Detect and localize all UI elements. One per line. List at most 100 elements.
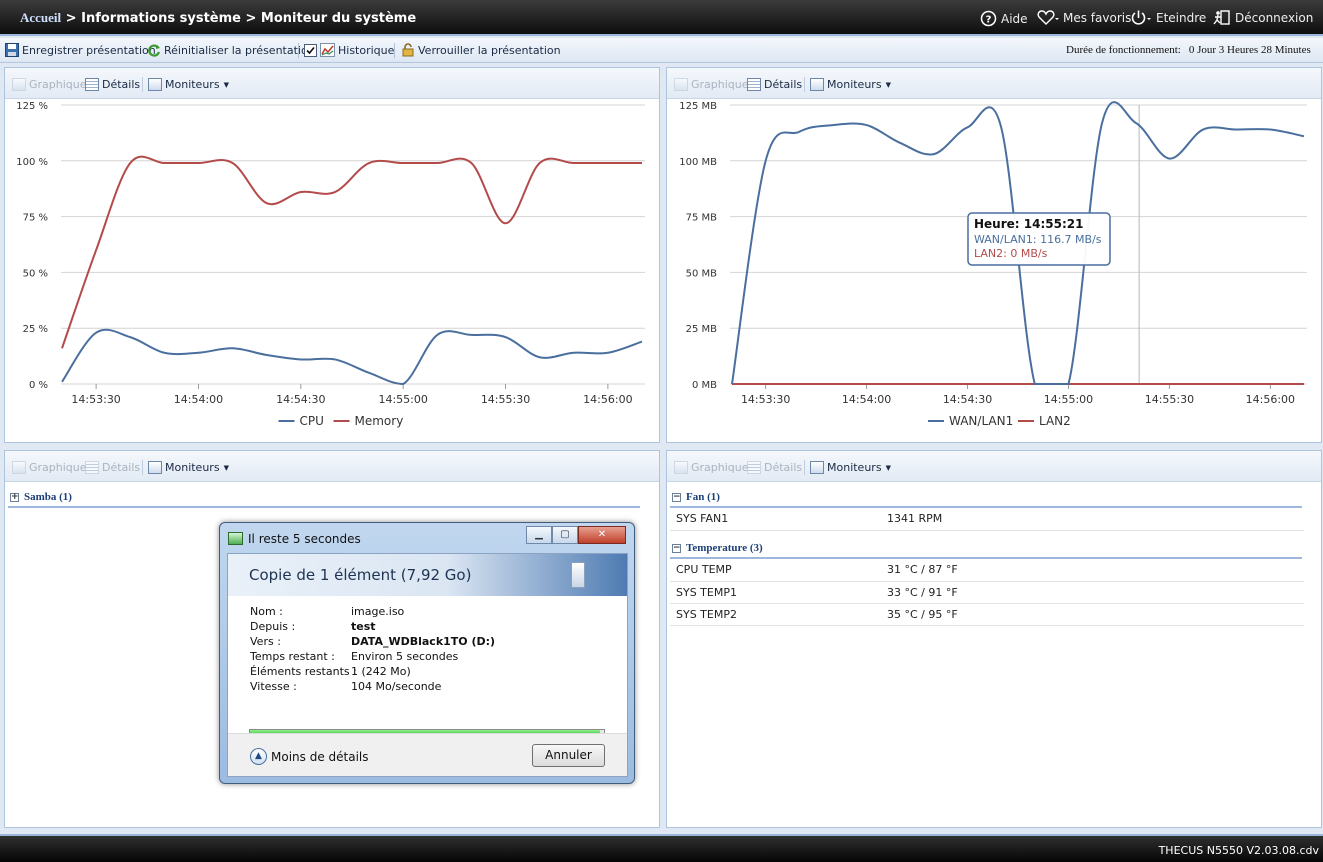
x-tick-label: 14:55:30	[1145, 393, 1194, 406]
graph-view-button[interactable]: Graphique	[12, 461, 87, 474]
graph-icon	[12, 461, 26, 474]
dialog-body: Copie de 1 élément (7,92 Go) Nom : image…	[227, 553, 628, 777]
detail-label: Temps restant :	[250, 650, 335, 663]
monitors-label: Moniteurs	[827, 78, 882, 91]
close-button[interactable]: ✕	[578, 526, 626, 544]
graph-view-button[interactable]: Graphique	[674, 461, 749, 474]
temperature-section-header[interactable]: − Temperature (3)	[672, 542, 763, 554]
help-label: Aide	[1001, 11, 1028, 26]
x-tick-label: 14:56:00	[583, 393, 632, 406]
detail-label: Éléments restants :	[250, 665, 357, 678]
checkbox-checked-icon[interactable]	[304, 43, 317, 57]
details-view-button[interactable]: Détails	[747, 461, 802, 474]
samba-section-header[interactable]: + Samba (1)	[10, 491, 72, 503]
refresh-icon	[148, 44, 161, 57]
x-tick-label: 14:53:30	[71, 393, 120, 406]
lock-layout-label: Verrouiller la présentation	[418, 43, 561, 57]
monitors-dropdown[interactable]: Moniteurs ▼	[810, 461, 891, 474]
favorites-button[interactable]: Mes favoris	[1037, 10, 1131, 26]
logout-label: Déconnexion	[1235, 11, 1314, 25]
y-tick-label: 125 MB	[679, 101, 717, 112]
logout-button[interactable]: Déconnexion	[1213, 10, 1313, 26]
chart-tooltip: Heure: 14:55:21 WAN/LAN1: 116.7 MB/sLAN2:…	[967, 212, 1111, 266]
dialog-footer: ▲ Moins de détails Annuler	[228, 733, 627, 776]
section-divider	[8, 506, 640, 508]
history-toggle[interactable]: Historique	[304, 43, 394, 57]
graph-label: Graphique	[29, 461, 87, 474]
file-copy-dialog: Il reste 5 secondes ▁ ▢ ✕ Copie de 1 élé…	[219, 522, 635, 784]
graph-label: Graphique	[29, 78, 87, 91]
monitors-dropdown[interactable]: Moniteurs ▼	[148, 78, 229, 91]
chevron-down-icon: ▼	[885, 80, 891, 89]
legend-label: WAN/LAN1	[949, 414, 1013, 428]
details-view-button[interactable]: Détails	[747, 78, 802, 91]
temperature-table: CPU TEMP 31 °C / 87 °F SYS TEMP1 33 °C / 9…	[670, 559, 1304, 626]
details-label: Détails	[764, 461, 803, 474]
panel-divider	[804, 77, 805, 92]
minimize-button[interactable]: ▁	[526, 526, 552, 544]
y-tick-label: 50 %	[23, 268, 48, 279]
y-tick-label: 50 MB	[686, 268, 718, 279]
uptime-display: Durée de fonctionnement: 0 Jour 3 Heures …	[1066, 44, 1311, 56]
footer: THECUS N5550 V2.03.08.cdv	[0, 834, 1323, 862]
detail-value: DATA_WDBlack1TO (D:)	[351, 635, 496, 648]
chevron-down-icon: ▼	[885, 463, 891, 472]
monitors-label: Moniteurs	[827, 461, 882, 474]
details-icon	[747, 78, 761, 91]
collapse-icon[interactable]: −	[672, 543, 681, 553]
dialog-title: Il reste 5 secondes	[248, 532, 361, 546]
toolbar-divider	[298, 43, 299, 58]
y-tick-label: 25 MB	[686, 324, 718, 335]
chevron-up-icon[interactable]: ▲	[250, 748, 267, 765]
help-button[interactable]: ? Aide	[980, 10, 1028, 27]
copy-icon	[228, 532, 243, 545]
tooltip-series-2: LAN2: 0 MB/s	[974, 247, 1048, 260]
x-tick-label: 14:54:30	[943, 393, 992, 406]
y-tick-label: 75 %	[23, 213, 48, 224]
monitors-dropdown[interactable]: Moniteurs ▼	[148, 461, 229, 474]
toolbar-divider	[394, 43, 395, 58]
reset-layout-button[interactable]: Réinitialiser la présentation	[147, 43, 315, 57]
monitors-icon	[810, 78, 824, 91]
expand-icon[interactable]: +	[10, 492, 19, 502]
details-view-button[interactable]: Détails	[85, 461, 140, 474]
maximize-icon: ▢	[560, 529, 570, 540]
sensor-value: 33 °C / 91 °F	[881, 581, 1304, 604]
fan-section-header[interactable]: − Fan (1)	[672, 491, 720, 503]
monitors-label: Moniteurs	[165, 78, 220, 91]
graph-icon	[12, 78, 26, 91]
maximize-button[interactable]: ▢	[552, 526, 578, 544]
panel-toolbar: Graphique Détails Moniteurs ▼	[667, 68, 1321, 99]
breadcrumb-home-link[interactable]: Accueil	[20, 10, 61, 25]
detail-label: Vers :	[250, 635, 281, 648]
less-details-link[interactable]: Moins de détails	[271, 750, 369, 764]
x-tick-label: 14:55:00	[1044, 393, 1093, 406]
shutdown-label: Eteindre	[1156, 11, 1207, 25]
save-layout-button[interactable]: Enregistrer présentation	[5, 43, 156, 57]
copy-heading: Copie de 1 élément (7,92 Go)	[249, 566, 472, 584]
power-icon	[1131, 10, 1151, 25]
network-chart: 0 MB 25 MB 50 MB 75 MB 100 MB 125 MB 14:53:30 1…	[679, 101, 1307, 428]
cancel-button[interactable]: Annuler	[532, 744, 605, 767]
graph-view-button[interactable]: Graphique	[674, 78, 749, 91]
collapse-icon[interactable]: −	[672, 492, 681, 502]
x-tick-label: 14:53:30	[741, 393, 790, 406]
lock-layout-button[interactable]: Verrouiller la présentation	[401, 43, 561, 57]
file-icon	[571, 562, 585, 588]
y-tick-label: 100 %	[16, 157, 48, 168]
close-icon: ✕	[597, 529, 607, 540]
detail-value: Environ 5 secondes	[351, 650, 459, 663]
graph-icon	[674, 78, 688, 91]
monitors-dropdown[interactable]: Moniteurs ▼	[810, 78, 891, 91]
details-view-button[interactable]: Détails	[85, 78, 140, 91]
sensor-name: CPU TEMP	[670, 559, 881, 582]
x-tick-label: 14:55:30	[481, 393, 530, 406]
cpu-memory-chart: 0 % 25 % 50 % 75 % 100 % 125 % 14:53:30 14:54:0…	[16, 101, 645, 428]
graph-label: Graphique	[691, 78, 749, 91]
table-row: SYS TEMP2 35 °C / 95 °F	[670, 603, 1304, 626]
shutdown-button[interactable]: Eteindre	[1130, 10, 1206, 26]
graph-view-button[interactable]: Graphique	[12, 78, 87, 91]
logout-icon	[1213, 10, 1230, 25]
tooltip-series-1: WAN/LAN1: 116.7 MB/s	[974, 233, 1102, 246]
y-tick-label: 0 MB	[692, 380, 717, 391]
